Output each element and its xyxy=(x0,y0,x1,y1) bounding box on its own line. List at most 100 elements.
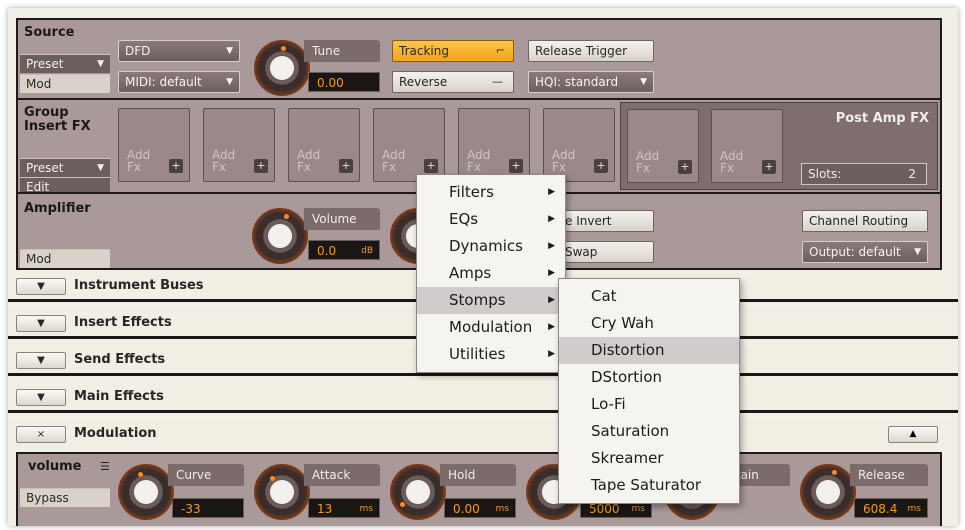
amplifier-mod-tab[interactable]: Mod xyxy=(20,249,110,268)
add-fx-plus-icon[interactable]: + xyxy=(509,159,523,173)
menu-item-dynamics[interactable]: Dynamics ▶ xyxy=(417,233,565,260)
knob-indicator xyxy=(400,502,405,507)
slots-field[interactable]: Slots: 2 xyxy=(801,163,927,185)
expand-toggle-button[interactable]: ▼ xyxy=(16,352,66,369)
add-fx-plus-icon[interactable]: + xyxy=(169,159,183,173)
curve-knob[interactable] xyxy=(118,464,174,520)
knob-indicator xyxy=(832,470,837,475)
post-amp-fx-slot[interactable]: Add Fx + xyxy=(711,109,783,183)
attack-knob[interactable] xyxy=(254,464,310,520)
submenu-item-skreamer[interactable]: Skreamer xyxy=(559,445,739,472)
menu-item-eqs[interactable]: EQs ▶ xyxy=(417,206,565,233)
bypass-button[interactable]: Bypass xyxy=(20,488,110,507)
group-insert-title: Group Insert FX xyxy=(24,106,91,134)
submenu-item-dstortion[interactable]: DStortion xyxy=(559,364,739,391)
attack-value: 13 xyxy=(317,502,333,516)
group-preset-button[interactable]: Preset ▼ xyxy=(20,158,110,177)
submenu-item-cry-wah[interactable]: Cry Wah xyxy=(559,310,739,337)
release-knob[interactable] xyxy=(800,464,856,520)
insert-fx-slot[interactable]: Add Fx + xyxy=(458,108,530,182)
post-amp-fx-area: Add Fx + Add Fx + Post Amp FX Slots: 2 xyxy=(620,102,938,190)
hold-value: 0.00 xyxy=(453,502,480,516)
collapse-icon[interactable]: ▲ xyxy=(888,426,938,443)
chevron-down-icon: ▼ xyxy=(226,77,233,87)
release-trigger-label: Release Trigger xyxy=(535,44,628,58)
submenu-item-lo-fi[interactable]: Lo-Fi xyxy=(559,391,739,418)
source-preset-button[interactable]: Preset ▼ xyxy=(20,54,110,73)
hq-dropdown[interactable]: HQI: standard ▼ xyxy=(528,71,654,93)
insert-fx-slot[interactable]: Add Fx + xyxy=(118,108,190,182)
add-fx-plus-icon[interactable]: + xyxy=(678,160,692,174)
close-toggle-button[interactable]: × xyxy=(16,426,66,443)
release-trigger-button[interactable]: Release Trigger xyxy=(528,40,654,62)
submenu-item-label: Saturation xyxy=(591,422,670,440)
volume-envelope-panel: volume ☰ Bypass Curve -33 Attack 13 ms H… xyxy=(16,452,942,526)
menu-item-modulation[interactable]: Modulation ▶ xyxy=(417,314,565,341)
menu-item-utilities[interactable]: Utilities ▶ xyxy=(417,341,565,368)
source-preset-label: Preset xyxy=(26,57,64,71)
output-value: Output: default xyxy=(809,245,901,259)
slots-value: 2 xyxy=(908,167,916,181)
release-value-field[interactable]: 608.4 ms xyxy=(854,498,928,518)
slot-fx-text: Fx xyxy=(552,160,567,174)
add-fx-plus-icon[interactable]: + xyxy=(594,159,608,173)
insert-fx-slot[interactable]: Add Fx + xyxy=(373,108,445,182)
submenu-arrow-icon: ▶ xyxy=(548,241,555,251)
expand-toggle-button[interactable]: ▼ xyxy=(16,315,66,332)
midi-dropdown[interactable]: MIDI: default ▼ xyxy=(118,71,240,93)
chevron-down-icon: ▼ xyxy=(914,247,921,257)
insert-fx-slot[interactable]: Add Fx + xyxy=(288,108,360,182)
menu-item-label: Utilities xyxy=(449,345,506,363)
output-dropdown[interactable]: Output: default ▼ xyxy=(802,241,928,263)
hold-label: Hold xyxy=(440,464,516,486)
modulation-bar[interactable]: × Modulation ▲ xyxy=(8,420,958,450)
expand-toggle-button[interactable]: ▼ xyxy=(16,278,66,295)
add-fx-context-menu: Filters ▶ EQs ▶ Dynamics ▶ Amps ▶ Stomps… xyxy=(416,174,566,373)
engine-mode-dropdown[interactable]: DFD ▼ xyxy=(118,40,240,62)
volume-value: 0.0 xyxy=(317,244,337,258)
submenu-item-cat[interactable]: Cat xyxy=(559,283,739,310)
add-fx-plus-icon[interactable]: + xyxy=(254,159,268,173)
knob-indicator xyxy=(270,476,275,481)
expand-toggle-button[interactable]: ▼ xyxy=(16,389,66,406)
menu-item-stomps[interactable]: Stomps ▶ xyxy=(417,287,565,314)
submenu-item-label: Cat xyxy=(591,287,617,305)
attack-value-field[interactable]: 13 ms xyxy=(308,498,380,518)
menu-item-filters[interactable]: Filters ▶ xyxy=(417,179,565,206)
insert-fx-slot[interactable]: Add Fx + xyxy=(203,108,275,182)
source-mod-tab[interactable]: Mod xyxy=(20,74,110,93)
add-fx-plus-icon[interactable]: + xyxy=(762,160,776,174)
submenu-item-saturation[interactable]: Saturation xyxy=(559,418,739,445)
tune-knob[interactable] xyxy=(254,40,310,96)
reverse-button[interactable]: Reverse — xyxy=(392,71,514,93)
menu-item-amps[interactable]: Amps ▶ xyxy=(417,260,565,287)
reverse-label: Reverse xyxy=(399,75,448,89)
volume-value-field[interactable]: 0.0 dB xyxy=(308,240,380,260)
envelope-menu-icon[interactable]: ☰ xyxy=(100,460,110,473)
add-fx-plus-icon[interactable]: + xyxy=(339,159,353,173)
hold-knob[interactable] xyxy=(390,464,446,520)
submenu-item-tape-saturator[interactable]: Tape Saturator xyxy=(559,472,739,499)
insert-fx-slot[interactable]: Add Fx + xyxy=(543,108,615,182)
tracking-button[interactable]: Tracking ⌐ xyxy=(392,40,514,62)
hold-value-field[interactable]: 0.00 ms xyxy=(444,498,516,518)
tune-value[interactable]: 0.00 xyxy=(308,72,380,92)
main-effects-bar[interactable]: ▼ Main Effects xyxy=(8,383,958,413)
amplifier-title: Amplifier xyxy=(24,201,91,216)
menu-item-label: Dynamics xyxy=(449,237,523,255)
submenu-arrow-icon: ▶ xyxy=(548,214,555,224)
submenu-item-label: Tape Saturator xyxy=(591,476,702,494)
channel-routing-button[interactable]: Channel Routing xyxy=(802,210,928,232)
menu-item-label: Amps xyxy=(449,264,492,282)
envelope-target-label: volume xyxy=(28,459,82,474)
post-amp-fx-slot[interactable]: Add Fx + xyxy=(627,109,699,183)
curve-value[interactable]: -33 xyxy=(172,498,244,518)
kontakt-instrument-editor: Source Preset ▼ Mod DFD ▼ MIDI: default … xyxy=(8,8,958,526)
submenu-item-distortion[interactable]: Distortion xyxy=(559,337,739,364)
release-value: 608.4 xyxy=(863,502,898,516)
instrument-buses-label: Instrument Buses xyxy=(74,278,204,293)
modulation-label: Modulation xyxy=(74,426,157,441)
knob-indicator xyxy=(281,46,286,51)
add-fx-plus-icon[interactable]: + xyxy=(424,159,438,173)
volume-knob[interactable] xyxy=(252,208,308,264)
